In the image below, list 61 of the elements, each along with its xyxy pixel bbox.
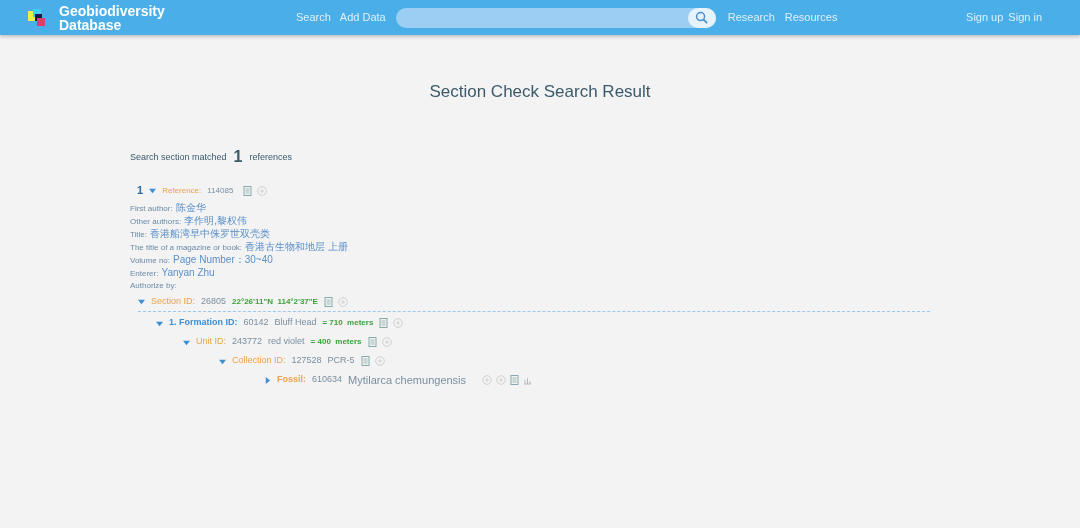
- nav-link[interactable]: Search: [296, 9, 331, 26]
- page-title: Section Check Search Result: [428, 81, 652, 103]
- caret-down-icon[interactable]: [219, 357, 226, 365]
- node-id: 610634: [312, 373, 343, 387]
- document-icon[interactable]: [367, 337, 377, 347]
- node-id: 127528: [291, 354, 322, 368]
- reference-label[interactable]: Reference:: [162, 184, 202, 197]
- caret-down-icon[interactable]: [156, 319, 163, 327]
- add-circle-icon[interactable]: [496, 375, 507, 385]
- reference-field: Volume no: Page Number：30~40: [130, 252, 1080, 266]
- nav-link[interactable]: Add Data: [339, 9, 386, 26]
- document-icon[interactable]: [243, 185, 253, 196]
- caret-down-icon[interactable]: [138, 298, 145, 305]
- reference-field: First author: 陈金华: [130, 200, 1080, 214]
- reference-field: Authorize by:: [130, 278, 1080, 292]
- match-count: 1: [233, 148, 243, 165]
- document-icon[interactable]: [323, 296, 333, 307]
- caret-right-icon[interactable]: [264, 376, 271, 384]
- node-name: Bluff Head: [274, 316, 317, 330]
- summary-text: references: [249, 151, 292, 164]
- reference-field: Enterer: Yanyan Zhu: [130, 265, 1080, 279]
- search-icon: [695, 11, 709, 24]
- document-icon[interactable]: [360, 356, 370, 366]
- account-link[interactable]: Sign in: [1008, 9, 1042, 26]
- search-button[interactable]: [687, 7, 716, 28]
- node-label[interactable]: 1. Formation ID:: [169, 316, 238, 330]
- node-measure: 22°26'11"N 114°2'37"E: [232, 295, 318, 308]
- nav-link[interactable]: Resources: [784, 9, 838, 26]
- node-id: 60142: [243, 316, 269, 330]
- caret-down-icon[interactable]: [183, 338, 190, 346]
- summary-text: Search section matched: [130, 151, 227, 164]
- node-label[interactable]: Section ID:: [151, 294, 196, 309]
- document-icon[interactable]: [379, 318, 389, 328]
- add-circle-icon[interactable]: [374, 356, 385, 366]
- add-circle-icon[interactable]: [393, 318, 404, 328]
- reference-field: Title: 香港船湾早中侏罗世双壳类: [130, 226, 1080, 240]
- node-name: Mytilarca chemungensis: [348, 372, 467, 388]
- node-measure: = 710 meters: [322, 317, 374, 329]
- account-link[interactable]: Sign up: [966, 9, 1004, 26]
- caret-down-icon[interactable]: [149, 187, 157, 194]
- node-id: 26805: [201, 294, 227, 308]
- node-label[interactable]: Collection ID:: [232, 354, 286, 368]
- nav-link[interactable]: Research: [727, 9, 775, 26]
- bar-chart-icon[interactable]: [523, 375, 533, 385]
- add-circle-icon[interactable]: [337, 296, 348, 307]
- reference-number: 1: [137, 183, 144, 199]
- add-circle-icon[interactable]: [381, 337, 392, 347]
- search-field[interactable]: [395, 7, 716, 28]
- add-circle-icon[interactable]: [257, 185, 268, 196]
- document-icon[interactable]: [510, 375, 520, 385]
- node-measure: = 400 meters: [310, 336, 362, 348]
- reference-id: 114085: [207, 184, 234, 197]
- reference-field: The title of a magazine or book: 香港古生物和地层 上册: [130, 239, 1080, 253]
- brand-name[interactable]: Geobiodiversity Database: [59, 3, 179, 32]
- node-name: red violet: [268, 335, 305, 349]
- node-label[interactable]: Unit ID:: [196, 335, 226, 349]
- add-circle-icon[interactable]: [482, 375, 493, 385]
- node-label[interactable]: Fossil:: [277, 373, 306, 387]
- node-id: 243772: [232, 335, 263, 349]
- node-name: PCR-5: [327, 354, 355, 368]
- reference-field: Other authors: 李作明,黎权伟: [130, 213, 1080, 227]
